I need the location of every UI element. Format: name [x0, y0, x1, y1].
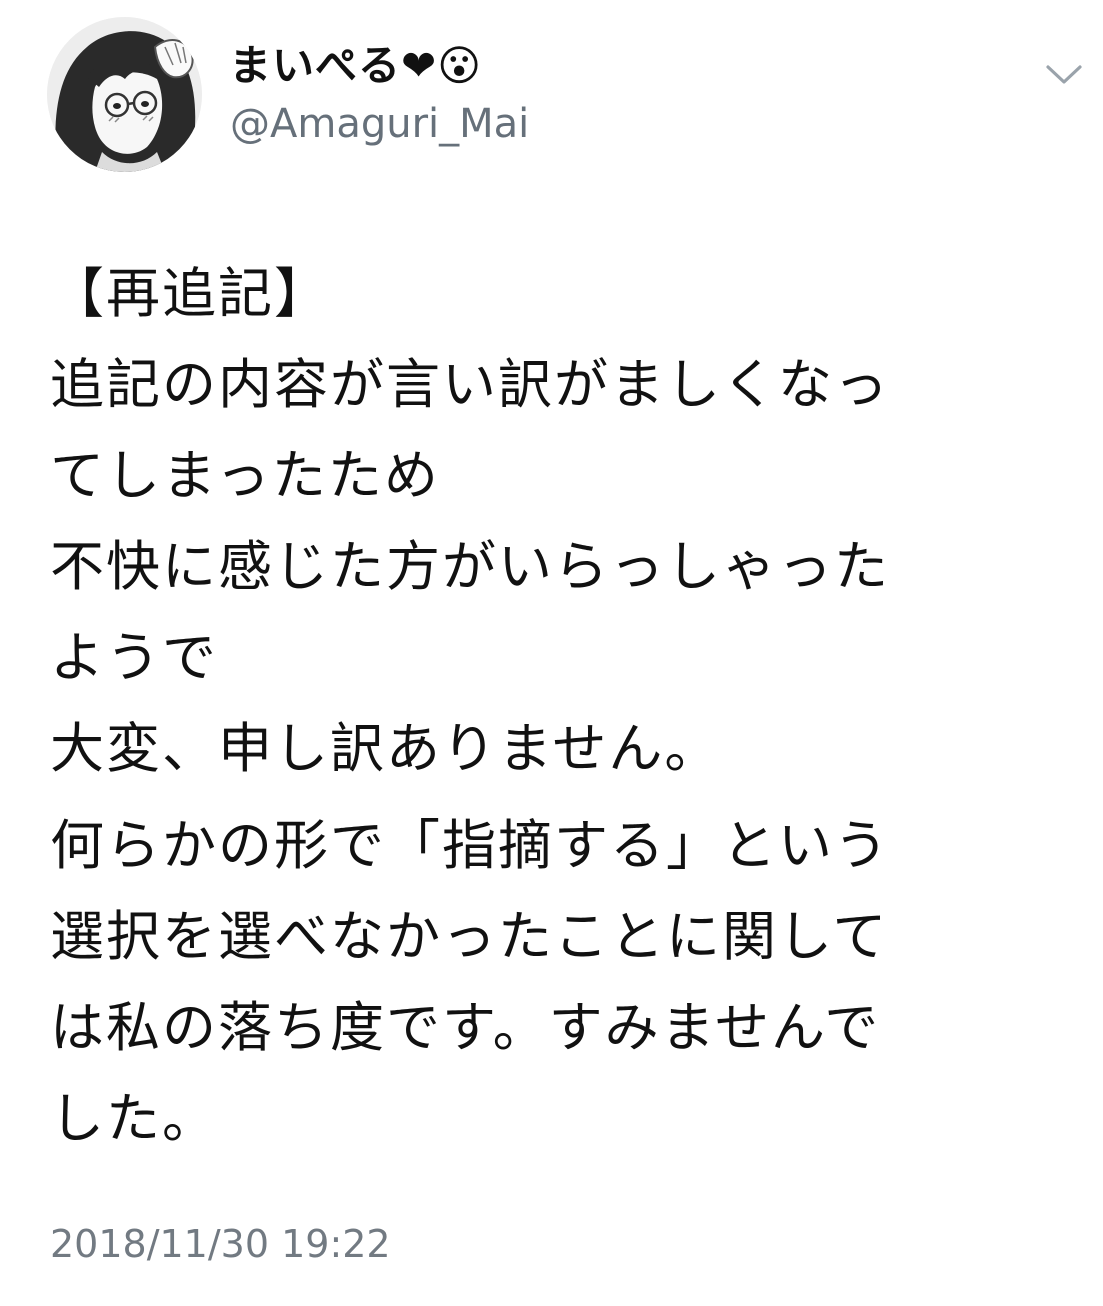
tweet-timestamp[interactable]: 2018/11/30 19:22 — [50, 1216, 391, 1272]
tweet-text-line: 選択を選べなかったことに関して — [50, 905, 889, 968]
tweet-paragraph: 【再追記】 追記の内容が言い訳がましくなっ てしまったため 不快に感じた方がいら… — [50, 248, 1080, 794]
tweet-text-line: てしまったため — [50, 444, 440, 507]
tweet-paragraph: 何らかの形で「指摘する」という 選択を選べなかったことに関して は私の落ち度です… — [50, 800, 1080, 1164]
tweet-text-line: は私の落ち度です。すみませんで — [50, 996, 881, 1059]
tweet-text-line: した。 — [50, 1087, 218, 1150]
tweet-text-line: 【再追記】 — [50, 262, 330, 325]
user-handle[interactable]: @Amaguri_Mai — [230, 96, 529, 152]
tweet-text-line: 不快に感じた方がいらっしゃった — [50, 535, 890, 598]
tweet-text-line: 追記の内容が言い訳がましくなっ — [50, 353, 890, 416]
tweet-text-line: ようで — [50, 626, 218, 689]
tweet-text-line: 何らかの形で「指摘する」という — [50, 814, 890, 877]
avatar-manga-portrait-icon — [47, 17, 202, 172]
display-name[interactable]: まいぺる❤︎😮 — [229, 36, 482, 96]
chevron-down-icon[interactable] — [1044, 58, 1084, 90]
tweet-text-line: 大変、申し訳ありません。 — [50, 717, 721, 780]
tweet-body: 【再追記】 追記の内容が言い訳がましくなっ てしまったため 不快に感じた方がいら… — [50, 248, 1080, 1164]
avatar[interactable] — [47, 17, 202, 172]
tweet-card: まいぺる❤︎😮 @Amaguri_Mai 【再追記】 追記の内容が言い訳がましく… — [0, 0, 1103, 1306]
